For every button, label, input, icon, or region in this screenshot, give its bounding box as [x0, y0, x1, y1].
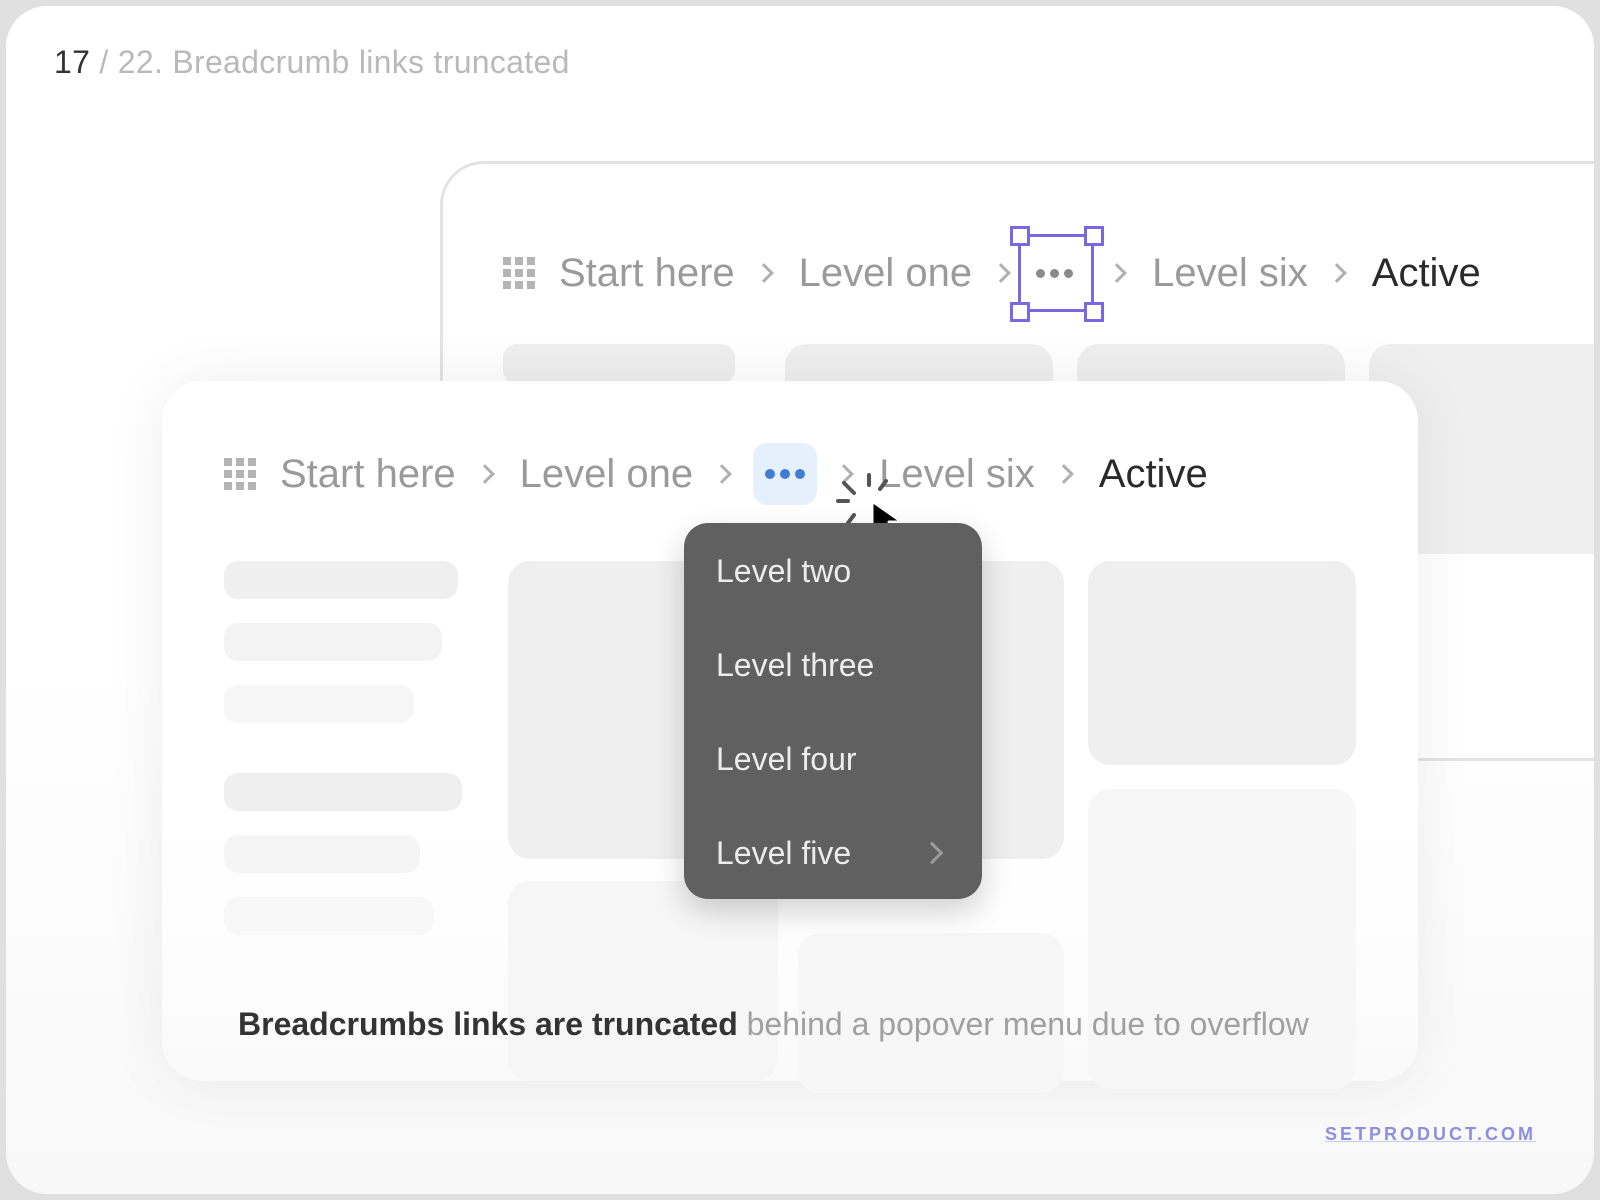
chevron-right-icon: [474, 464, 495, 484]
more-horizontal-icon: [765, 469, 806, 479]
selection-handle[interactable]: [1010, 226, 1031, 246]
skeleton-line: [224, 561, 458, 599]
skeleton-block: [1088, 561, 1356, 765]
menu-item-level-four[interactable]: Level four: [684, 729, 982, 823]
slide-number: 17: [54, 44, 91, 80]
chevron-right-icon: [712, 464, 733, 484]
chevron-right-icon: [991, 263, 1012, 283]
selection-handle[interactable]: [1010, 302, 1031, 322]
breadcrumb: Start here Level one Level six Active: [503, 226, 1481, 322]
menu-item-label: Level three: [716, 647, 875, 683]
menu-item-label: Level five: [716, 835, 852, 871]
front-breadcrumb-card: Start here Level one Level six Active Le…: [162, 381, 1418, 1093]
slide-caption: Breadcrumbs links are truncated behind a…: [238, 1006, 1309, 1043]
menu-item-level-two[interactable]: Level two: [684, 541, 982, 635]
chevron-right-icon: [920, 841, 944, 865]
selection-handle[interactable]: [1084, 226, 1105, 246]
breadcrumb-item-active: Active: [1371, 250, 1481, 295]
skeleton-block: [503, 344, 735, 384]
brand-link[interactable]: SETPRODUCT.COM: [1325, 1124, 1536, 1145]
skeleton-block: [1088, 789, 1356, 1089]
breadcrumb-item-level-six[interactable]: Level six: [1152, 251, 1308, 296]
selection-handle[interactable]: [1084, 302, 1105, 322]
skeleton-line: [224, 773, 462, 811]
breadcrumb-item-start[interactable]: Start here: [280, 452, 456, 497]
breadcrumb-popover-menu: Level two Level three Level four Level f…: [684, 523, 982, 899]
breadcrumb-item-level-one[interactable]: Level one: [520, 452, 693, 497]
menu-item-label: Level two: [716, 553, 852, 589]
apps-grid-icon[interactable]: [503, 257, 535, 289]
menu-item-level-five[interactable]: Level five: [684, 823, 982, 917]
breadcrumb-overflow-selected[interactable]: [1010, 226, 1105, 322]
caption-bold: Breadcrumbs links are truncated: [238, 1006, 738, 1042]
chevron-right-icon: [1107, 263, 1128, 283]
menu-item-level-three[interactable]: Level three: [684, 635, 982, 729]
skeleton-line: [224, 835, 420, 873]
more-horizontal-icon: [1035, 268, 1073, 278]
slide-title: 17 / 22. Breadcrumb links truncated: [54, 44, 570, 81]
breadcrumb-overflow-button[interactable]: [753, 443, 818, 505]
breadcrumb: Start here Level one Level six Active: [224, 443, 1208, 505]
caption-rest: behind a popover menu due to overflow: [737, 1006, 1309, 1042]
slide-frame: 17 / 22. Breadcrumb links truncated Star…: [3, 3, 1597, 1197]
breadcrumb-item-level-one[interactable]: Level one: [799, 251, 972, 296]
breadcrumb-item-start[interactable]: Start here: [559, 251, 735, 296]
chevron-right-icon: [753, 263, 774, 283]
chevron-right-icon: [1053, 464, 1074, 484]
chevron-right-icon: [1326, 263, 1347, 283]
skeleton-line: [224, 897, 434, 935]
skeleton-line: [224, 685, 414, 723]
breadcrumb-item-active: Active: [1098, 451, 1208, 496]
slide-title-text: / 22. Breadcrumb links truncated: [90, 44, 570, 80]
skeleton-line: [224, 623, 442, 661]
menu-item-label: Level four: [716, 741, 857, 777]
apps-grid-icon[interactable]: [224, 458, 256, 490]
